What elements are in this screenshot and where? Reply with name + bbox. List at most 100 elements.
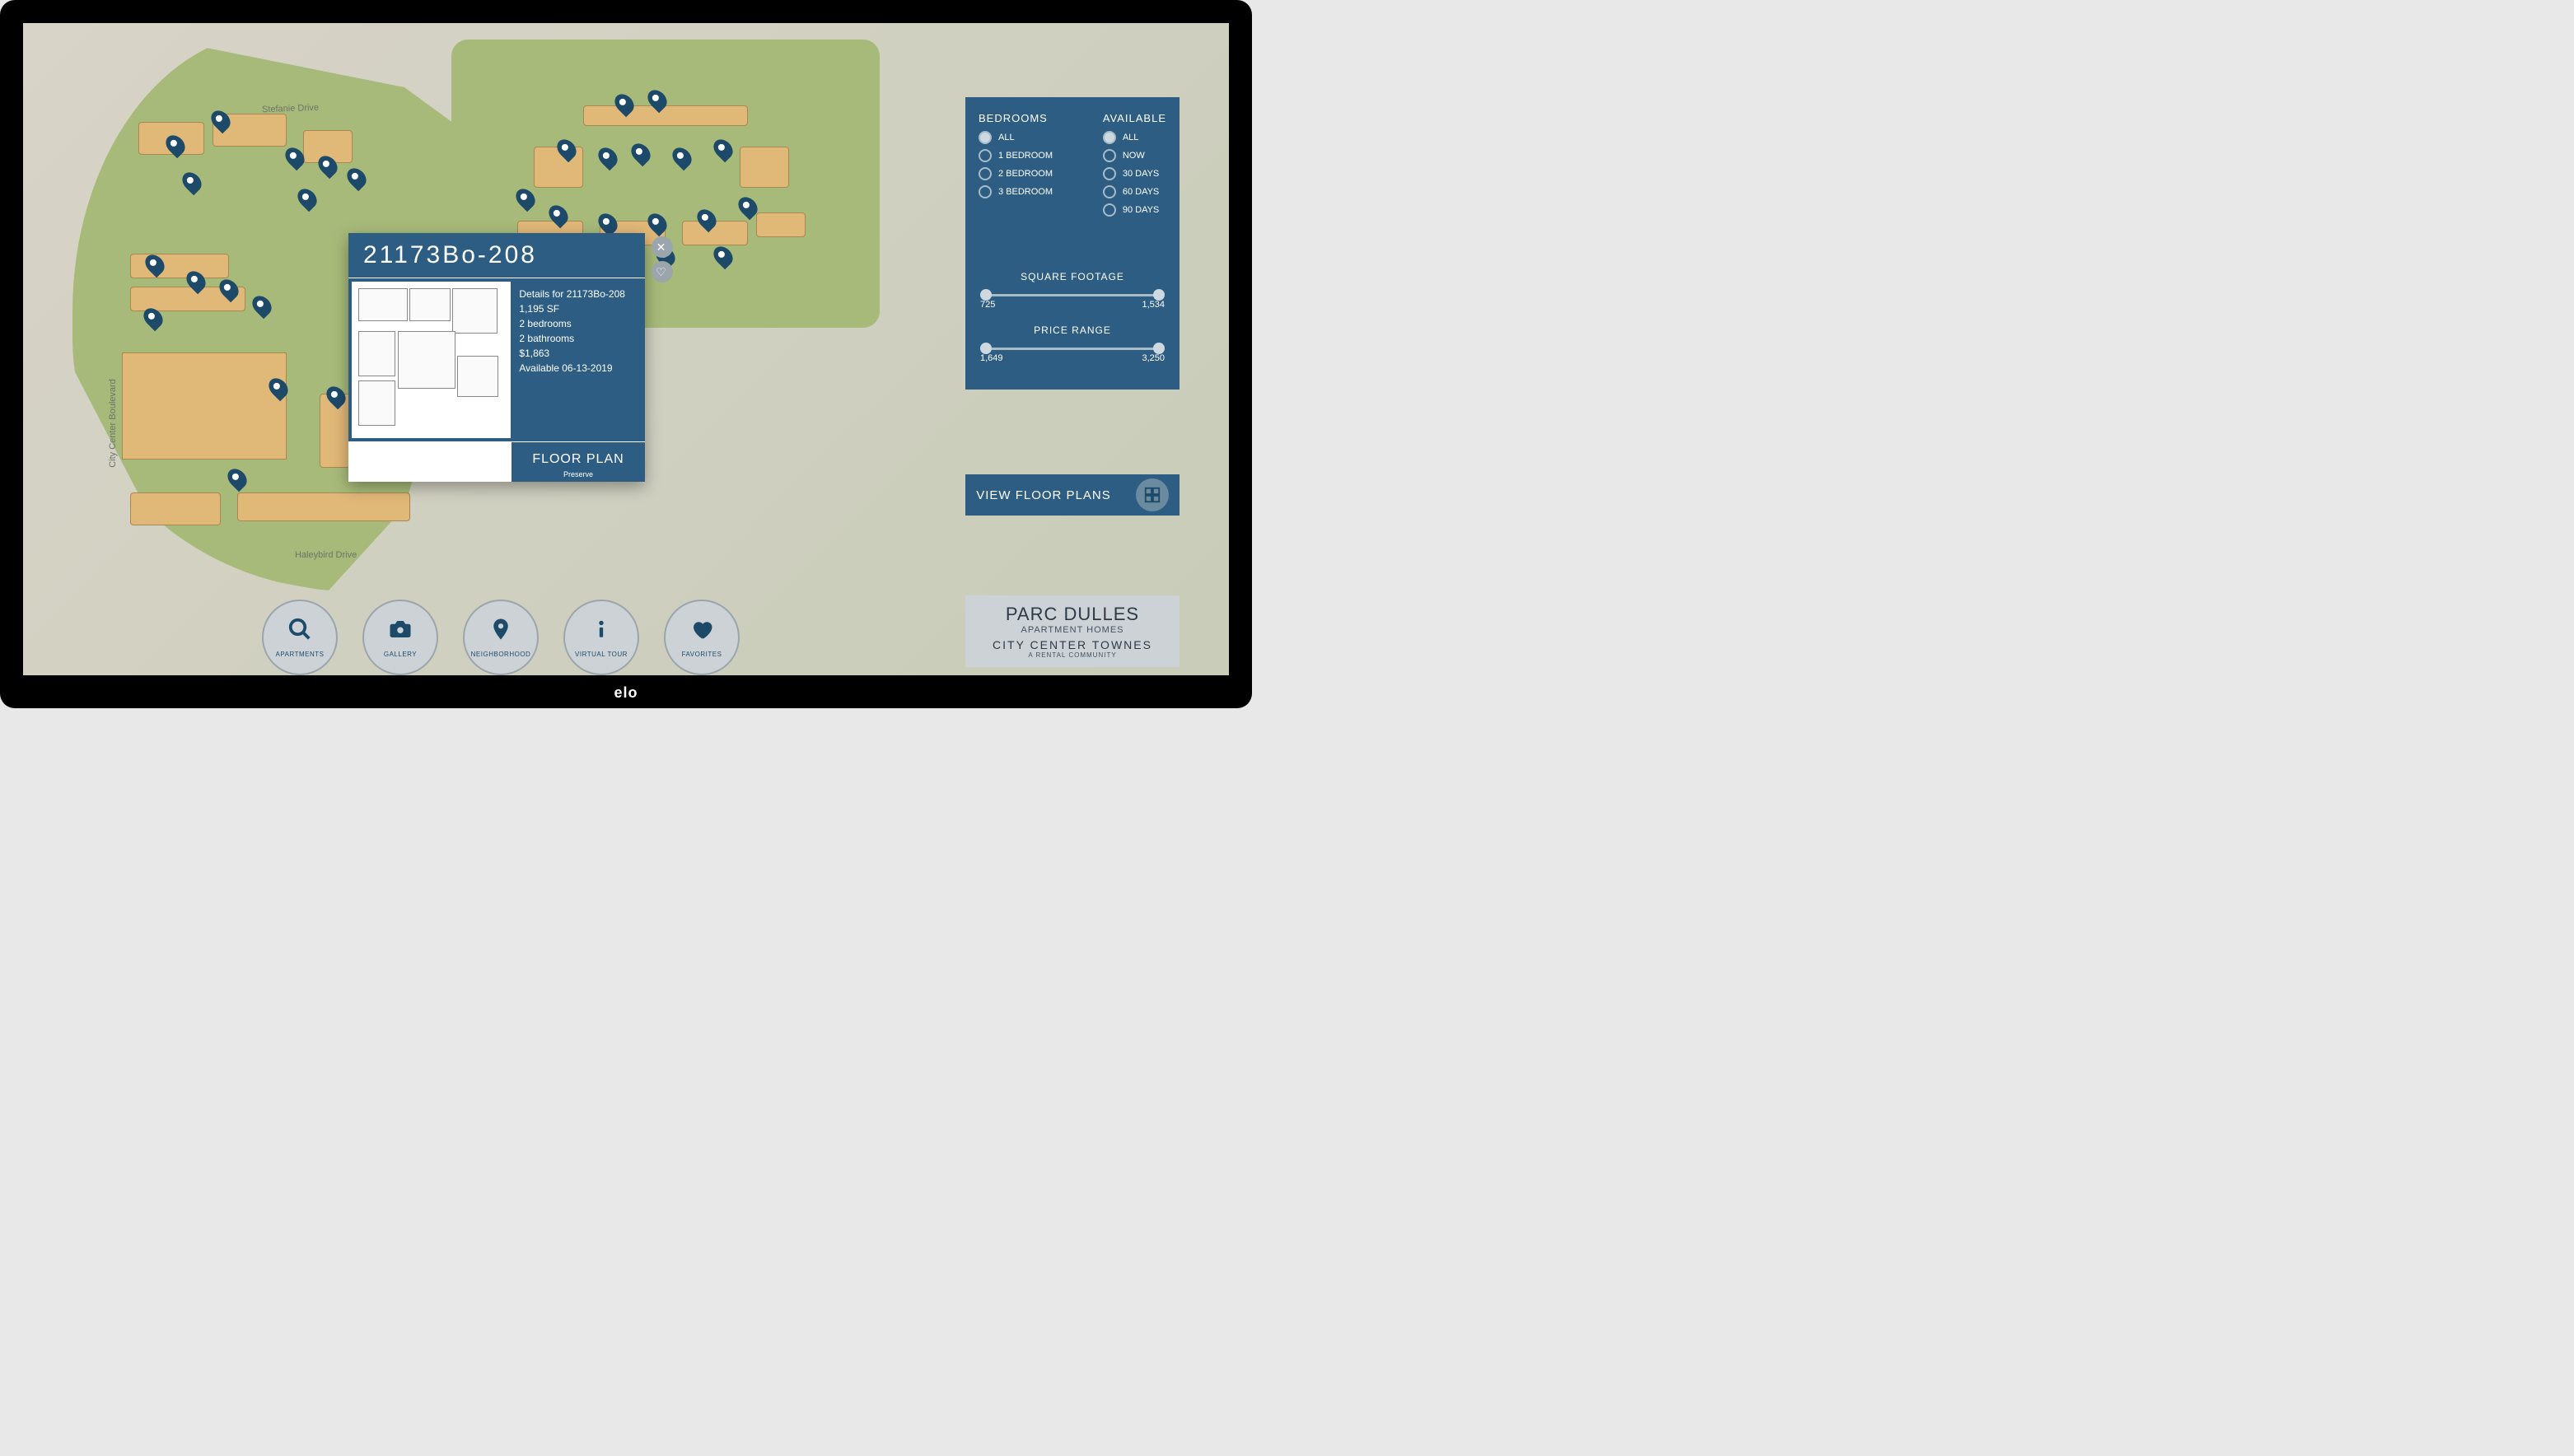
radio-available-30[interactable]: 30 DAYS bbox=[1103, 167, 1166, 180]
radio-label: 1 BEDROOM bbox=[998, 151, 1053, 161]
unit-bedrooms: 2 bedrooms bbox=[519, 316, 637, 331]
app-screen: Stefanie Drive City Center Boulevard Hal… bbox=[23, 23, 1229, 675]
floor-plan-button[interactable]: FLOOR PLAN Preserve bbox=[512, 441, 645, 482]
view-floor-plans-button[interactable]: VIEW FLOOR PLANS bbox=[965, 474, 1180, 516]
radio-bedrooms-all[interactable]: ALL bbox=[979, 131, 1053, 144]
unit-price: $1,863 bbox=[519, 346, 637, 361]
building bbox=[583, 105, 748, 126]
unit-sqft: 1,195 SF bbox=[519, 301, 637, 316]
nav-label: VIRTUAL TOUR bbox=[575, 651, 628, 658]
radio-icon bbox=[979, 185, 992, 198]
radio-icon bbox=[979, 149, 992, 162]
radio-label: 3 BEDROOM bbox=[998, 187, 1053, 197]
info-icon bbox=[591, 617, 612, 647]
unit-details: Details for 21173Bo-208 1,195 SF 2 bedro… bbox=[514, 278, 645, 441]
search-icon bbox=[287, 617, 312, 647]
filter-available-title: AVAILABLE bbox=[1103, 112, 1166, 124]
radio-available-all[interactable]: ALL bbox=[1103, 131, 1166, 144]
favorite-icon[interactable]: ♡ bbox=[652, 261, 673, 282]
floor-plan-sub: Preserve bbox=[512, 470, 645, 478]
radio-available-now[interactable]: NOW bbox=[1103, 149, 1166, 162]
nav-gallery[interactable]: GALLERY bbox=[362, 600, 438, 675]
price-min: 1,649 bbox=[980, 353, 1003, 363]
brand-logo: PARC DULLES APARTMENT HOMES CITY CENTER … bbox=[965, 595, 1180, 667]
radio-icon bbox=[979, 167, 992, 180]
nav-favorites[interactable]: FAVORITES bbox=[664, 600, 740, 675]
camera-icon bbox=[388, 617, 413, 647]
filter-sqft: SQUARE FOOTAGE 725 1,534 bbox=[979, 271, 1166, 310]
monitor-frame: Stefanie Drive City Center Boulevard Hal… bbox=[0, 0, 1252, 708]
radio-label: ALL bbox=[1123, 133, 1139, 142]
sqft-title: SQUARE FOOTAGE bbox=[979, 271, 1166, 282]
bottom-nav: APARTMENTS GALLERY NEIGHBORHOOD VIRTUAL … bbox=[262, 600, 740, 675]
close-icon[interactable]: ✕ bbox=[652, 236, 673, 258]
sqft-min: 725 bbox=[980, 300, 995, 310]
nav-label: NEIGHBORHOOD bbox=[471, 651, 531, 658]
building bbox=[130, 492, 221, 525]
floor-plans-icon bbox=[1136, 478, 1169, 511]
radio-label: 60 DAYS bbox=[1123, 187, 1159, 197]
nav-label: FAVORITES bbox=[682, 651, 722, 658]
radio-label: 90 DAYS bbox=[1123, 205, 1159, 215]
filter-bedrooms: BEDROOMS ALL 1 BEDROOM 2 BEDROOM 3 BEDRO… bbox=[979, 112, 1053, 222]
street-label: Stefanie Drive bbox=[262, 103, 319, 114]
building bbox=[130, 254, 229, 278]
details-title: Details for 21173Bo-208 bbox=[519, 287, 637, 301]
building bbox=[740, 147, 789, 188]
unit-available: Available 06-13-2019 bbox=[519, 361, 637, 376]
sqft-max: 1,534 bbox=[1142, 300, 1165, 310]
slider-thumb-max[interactable] bbox=[1153, 289, 1165, 301]
radio-icon bbox=[1103, 185, 1116, 198]
slider-thumb-min[interactable] bbox=[980, 289, 992, 301]
building bbox=[756, 212, 806, 237]
view-plans-label: VIEW FLOOR PLANS bbox=[976, 488, 1111, 502]
radio-icon bbox=[1103, 149, 1116, 162]
nav-apartments[interactable]: APARTMENTS bbox=[262, 600, 338, 675]
radio-label: NOW bbox=[1123, 151, 1145, 161]
radio-bedrooms-3[interactable]: 3 BEDROOM bbox=[979, 185, 1053, 198]
popup-header: 21173Bo-208 ✕ ♡ bbox=[348, 233, 645, 278]
radio-label: 2 BEDROOM bbox=[998, 169, 1053, 179]
radio-available-60[interactable]: 60 DAYS bbox=[1103, 185, 1166, 198]
radio-label: 30 DAYS bbox=[1123, 169, 1159, 179]
price-title: PRICE RANGE bbox=[979, 324, 1166, 336]
pin-icon bbox=[488, 617, 513, 647]
nav-label: APARTMENTS bbox=[276, 651, 325, 658]
slider-thumb-max[interactable] bbox=[1153, 343, 1165, 354]
nav-virtual-tour[interactable]: VIRTUAL TOUR bbox=[563, 600, 639, 675]
radio-icon bbox=[1103, 131, 1116, 144]
brand-line2: APARTMENT HOMES bbox=[974, 625, 1171, 635]
unit-id: 21173Bo-208 bbox=[363, 241, 537, 268]
building bbox=[237, 492, 410, 521]
radio-icon bbox=[979, 131, 992, 144]
radio-bedrooms-2[interactable]: 2 BEDROOM bbox=[979, 167, 1053, 180]
street-label: City Center Boulevard bbox=[108, 379, 118, 468]
radio-label: ALL bbox=[998, 133, 1015, 142]
device-brand: elo bbox=[614, 684, 638, 702]
price-slider[interactable] bbox=[983, 348, 1161, 350]
building bbox=[122, 352, 287, 460]
filter-bedrooms-title: BEDROOMS bbox=[979, 112, 1053, 124]
radio-available-90[interactable]: 90 DAYS bbox=[1103, 203, 1166, 217]
brand-line1: PARC DULLES bbox=[974, 604, 1171, 625]
unit-details-popup: 21173Bo-208 ✕ ♡ Details for 21173Bo-208 … bbox=[348, 233, 645, 482]
nav-label: GALLERY bbox=[384, 651, 417, 658]
radio-icon bbox=[1103, 167, 1116, 180]
filter-price: PRICE RANGE 1,649 3,250 bbox=[979, 324, 1166, 363]
street-label: Haleybird Drive bbox=[295, 550, 357, 560]
floor-plan-label: FLOOR PLAN bbox=[512, 452, 645, 467]
brand-line3: CITY CENTER TOWNES bbox=[974, 638, 1171, 651]
floorplan-thumbnail[interactable] bbox=[352, 282, 511, 438]
radio-icon bbox=[1103, 203, 1116, 217]
nav-neighborhood[interactable]: NEIGHBORHOOD bbox=[463, 600, 539, 675]
filter-available: AVAILABLE ALL NOW 30 DAYS 60 DAYS 90 DAY… bbox=[1103, 112, 1166, 222]
radio-bedrooms-1[interactable]: 1 BEDROOM bbox=[979, 149, 1053, 162]
heart-icon bbox=[689, 617, 714, 647]
popup-body: Details for 21173Bo-208 1,195 SF 2 bedro… bbox=[348, 278, 645, 441]
price-max: 3,250 bbox=[1142, 353, 1165, 363]
slider-thumb-min[interactable] bbox=[980, 343, 992, 354]
brand-line4: A RENTAL COMMUNITY bbox=[974, 651, 1171, 659]
filter-panel: BEDROOMS ALL 1 BEDROOM 2 BEDROOM 3 BEDRO… bbox=[965, 97, 1180, 390]
sqft-slider[interactable] bbox=[983, 294, 1161, 296]
unit-bathrooms: 2 bathrooms bbox=[519, 331, 637, 346]
